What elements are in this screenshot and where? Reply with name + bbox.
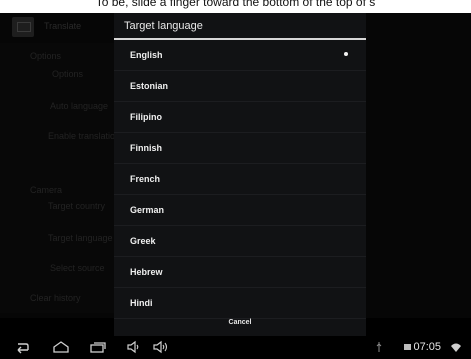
language-option-label: Filipino xyxy=(130,112,162,122)
language-option-label: Hebrew xyxy=(130,267,163,277)
radio-icon[interactable] xyxy=(344,176,348,180)
language-options-list: English Estonian Filipino Finnish French… xyxy=(114,40,366,319)
instruction-banner-text: To be, slide a finger toward the bottom … xyxy=(95,0,376,9)
home-icon[interactable] xyxy=(52,340,70,354)
language-option-german[interactable]: German xyxy=(114,195,366,226)
language-option-filipino[interactable]: Filipino xyxy=(114,102,366,133)
radio-icon[interactable] xyxy=(344,145,348,149)
bg-item: Camera xyxy=(30,185,63,195)
bg-item: Target language xyxy=(48,233,113,243)
dialog-title: Target language xyxy=(124,20,203,32)
radio-selected-icon[interactable] xyxy=(344,52,348,56)
instruction-banner: To be, slide a finger toward the bottom … xyxy=(0,0,471,13)
back-icon[interactable] xyxy=(14,340,30,354)
bg-item: Auto language xyxy=(50,101,109,111)
language-option-label: Hindi xyxy=(130,298,153,308)
bg-item: Select source xyxy=(50,263,105,273)
language-option-label: Estonian xyxy=(130,81,169,91)
system-navigation-bar: 07:05 xyxy=(0,338,471,356)
app-logo-icon xyxy=(12,17,34,37)
target-language-dialog: Target language English Estonian Filipin… xyxy=(114,13,366,336)
language-option-english[interactable]: English xyxy=(114,40,366,71)
background-settings-list: Options Options Auto language Enable tra… xyxy=(0,43,120,313)
language-option-estonian[interactable]: Estonian xyxy=(114,71,366,102)
wifi-icon xyxy=(450,340,462,359)
language-option-label: French xyxy=(130,174,161,184)
bg-item: Clear history xyxy=(30,293,81,303)
recent-apps-icon[interactable] xyxy=(89,340,107,354)
volume-up-icon[interactable] xyxy=(152,340,170,354)
radio-icon[interactable] xyxy=(344,207,348,211)
language-option-greek[interactable]: Greek xyxy=(114,226,366,257)
background-app-title: Translate xyxy=(44,21,82,31)
bg-item: Options xyxy=(52,69,84,79)
language-option-label: English xyxy=(130,50,163,60)
usb-icon xyxy=(375,340,383,359)
radio-icon[interactable] xyxy=(344,300,348,304)
bg-item: Enable translation xyxy=(48,131,121,141)
bg-item: Options xyxy=(30,51,62,61)
language-option-label: German xyxy=(130,205,165,215)
language-option-french[interactable]: French xyxy=(114,164,366,195)
radio-icon[interactable] xyxy=(344,83,348,87)
language-option-finnish[interactable]: Finnish xyxy=(114,133,366,164)
status-clock: 07:05 xyxy=(413,341,441,353)
battery-icon xyxy=(403,340,413,359)
language-option-hebrew[interactable]: Hebrew xyxy=(114,257,366,288)
cancel-button[interactable]: Cancel xyxy=(114,311,366,333)
language-option-label: Finnish xyxy=(130,143,162,153)
volume-down-icon[interactable] xyxy=(126,340,140,354)
radio-icon[interactable] xyxy=(344,269,348,273)
language-option-label: Greek xyxy=(130,236,156,246)
bg-item: Target country xyxy=(48,201,106,211)
radio-icon[interactable] xyxy=(344,114,348,118)
radio-icon[interactable] xyxy=(344,238,348,242)
